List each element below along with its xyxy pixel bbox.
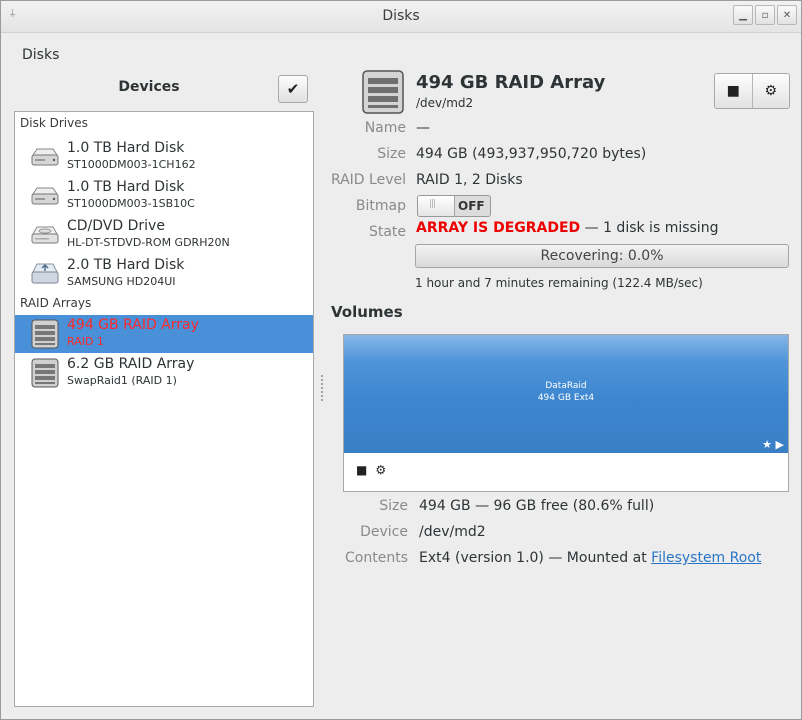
filesystem-root-link[interactable]: Filesystem Root — [651, 550, 761, 566]
window-title: Disks — [382, 8, 420, 24]
name-label: Name — [364, 120, 406, 136]
close-icon: ✕ — [782, 9, 792, 21]
name-value: — — [416, 120, 430, 136]
device-heading: 494 GB RAID Array — [416, 72, 606, 93]
partition-info: 494 GB Ext4 — [537, 393, 595, 403]
device-title: CD/DVD Drive — [67, 218, 165, 234]
volume-toolbar: ■ ⚙ — [356, 463, 402, 477]
volume-contents-label: Contents — [345, 550, 408, 566]
unmount-button[interactable]: ■ — [356, 463, 367, 477]
volume-size-label: Size — [379, 498, 408, 514]
device-subtitle: SAMSUNG HD204UI — [67, 275, 176, 288]
device-item[interactable]: 1.0 TB Hard Disk ST1000DM003-1CH162 — [15, 138, 313, 176]
bitmap-label: Bitmap — [355, 198, 406, 214]
degraded-status: ARRAY IS DEGRADED — [416, 220, 581, 236]
selection-mode-button[interactable]: ✔ — [278, 75, 308, 103]
hard-disk-icon — [31, 148, 59, 166]
partition-dataraid[interactable]: DataRaid 494 GB Ext4 ★ ▶ — [344, 335, 788, 453]
devices-heading: Devices — [118, 79, 180, 95]
device-item[interactable]: CD/DVD Drive HL-DT-STDVD-ROM GDRH20N — [15, 216, 313, 254]
title-bar[interactable]: ⍊ Disks ▁ ▫ ✕ — [1, 1, 801, 33]
usb-disk-icon — [31, 263, 59, 284]
hard-disk-icon — [31, 187, 59, 205]
state-label: State — [368, 224, 406, 240]
device-list: Disk Drives 1.0 TB Hard Disk ST1000DM003… — [14, 111, 314, 707]
volume-device-label: Device — [360, 524, 408, 540]
minimize-icon: ▁ — [739, 9, 747, 21]
volume-size-value: 494 GB — 96 GB free (80.6% full) — [419, 498, 655, 514]
switch-knob — [418, 196, 455, 216]
device-item[interactable]: 2.0 TB Hard Disk SAMSUNG HD204UI — [15, 255, 313, 293]
device-subtitle: ST1000DM003-1SB10C — [67, 197, 195, 210]
device-subtitle: HL-DT-STDVD-ROM GDRH20N — [67, 236, 230, 249]
device-title: 494 GB RAID Array — [67, 317, 199, 333]
device-item[interactable]: 6.2 GB RAID Array SwapRaid1 (RAID 1) — [15, 354, 313, 392]
device-subtitle: RAID 1 — [67, 335, 104, 348]
volume-settings-button[interactable]: ⚙ — [375, 463, 394, 477]
volume-contents-value: Ext4 (version 1.0) — Mounted at Filesyst… — [419, 550, 761, 566]
raid-level-value: RAID 1, 2 Disks — [416, 172, 523, 188]
device-item-selected[interactable]: 494 GB RAID Array RAID 1 — [15, 315, 313, 353]
gears-icon: ⚙ — [375, 463, 387, 477]
contents-text: Ext4 (version 1.0) — Mounted at — [419, 550, 652, 566]
partition-name: DataRaid — [545, 381, 587, 391]
state-value: ARRAY IS DEGRADED — 1 disk is missing — [416, 220, 718, 236]
bitmap-switch[interactable]: OFF — [417, 195, 491, 217]
device-subtitle: SwapRaid1 (RAID 1) — [67, 374, 177, 387]
stop-icon: ■ — [726, 83, 740, 99]
remaining-time: 1 hour and 7 minutes remaining (122.4 MB… — [415, 276, 703, 290]
disks-window: ⍊ Disks ▁ ▫ ✕ Disks Devices ✔ Disk Drive… — [0, 0, 802, 720]
state-detail: — 1 disk is missing — [580, 220, 719, 236]
device-path: /dev/md2 — [416, 96, 474, 110]
device-title: 1.0 TB Hard Disk — [67, 179, 185, 195]
switch-state: OFF — [458, 199, 485, 213]
recovery-progress-bar: Recovering: 0.0% — [415, 244, 789, 268]
gear-icon: ⚙ — [764, 83, 778, 99]
device-item[interactable]: 1.0 TB Hard Disk ST1000DM003-1SB10C — [15, 177, 313, 215]
device-title: 2.0 TB Hard Disk — [67, 257, 185, 273]
raid-array-icon — [362, 70, 404, 114]
maximize-icon: ▫ — [761, 9, 769, 21]
device-settings-button[interactable]: ⚙ — [751, 74, 790, 108]
group-disk-drives: Disk Drives — [20, 116, 88, 130]
volume-map: DataRaid 494 GB Ext4 ★ ▶ ■ ⚙ — [343, 334, 789, 492]
raid-array-icon — [31, 319, 59, 349]
device-title: 6.2 GB RAID Array — [67, 356, 195, 372]
minimize-button[interactable]: ▁ — [733, 5, 753, 25]
volume-device-value: /dev/md2 — [419, 524, 486, 540]
device-title: 1.0 TB Hard Disk — [67, 140, 185, 156]
progress-text: Recovering: 0.0% — [540, 248, 664, 264]
window-controls: ▁ ▫ ✕ — [731, 5, 797, 25]
pane-resize-handle[interactable] — [321, 375, 326, 401]
size-label: Size — [377, 146, 406, 162]
mounted-star-icon: ★ ▶ — [762, 438, 784, 451]
device-toolbar: ■ ⚙ — [714, 73, 790, 109]
group-raid-arrays: RAID Arrays — [20, 296, 92, 310]
app-menu[interactable]: Disks — [22, 47, 59, 63]
device-subtitle: ST1000DM003-1CH162 — [67, 158, 196, 171]
raid-level-label: RAID Level — [330, 172, 406, 188]
size-value: 494 GB (493,937,950,720 bytes) — [416, 146, 647, 162]
checkmark-icon: ✔ — [286, 80, 300, 98]
volumes-heading: Volumes — [331, 303, 403, 321]
raid-array-icon — [31, 358, 59, 388]
stop-array-button[interactable]: ■ — [715, 74, 752, 108]
optical-drive-icon — [31, 226, 59, 244]
close-button[interactable]: ✕ — [777, 5, 797, 25]
maximize-button[interactable]: ▫ — [755, 5, 775, 25]
